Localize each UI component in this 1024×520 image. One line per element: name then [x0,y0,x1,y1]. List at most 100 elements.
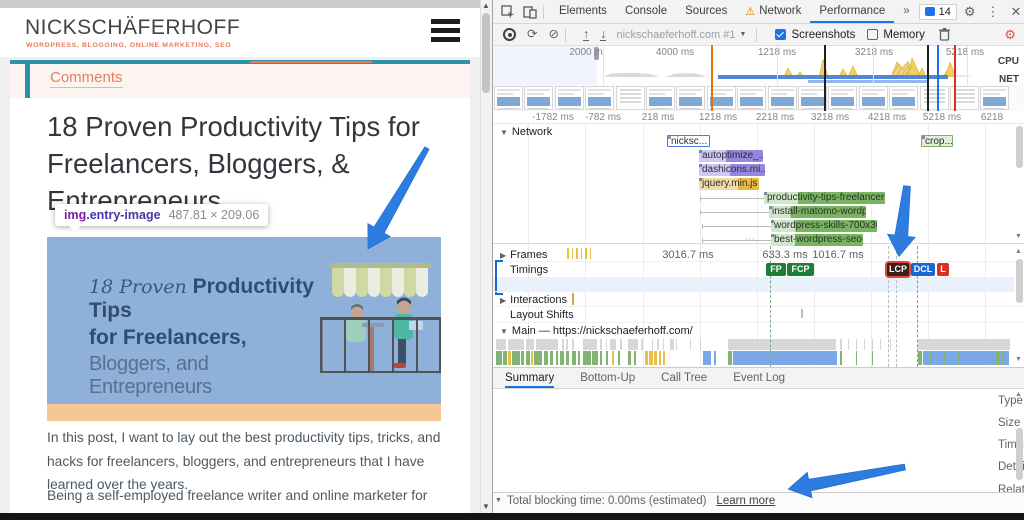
disclosure-triangle-icon[interactable]: ▶ [500,296,506,305]
flame-task-segment[interactable] [526,339,534,350]
flame-activity-segment[interactable] [618,351,620,365]
timing-badge-lcp[interactable]: LCP [887,263,909,276]
drawer-tab-bottom-up[interactable]: Bottom-Up [580,368,635,388]
flame-activity-segment[interactable] [872,351,873,365]
flame-activity-segment[interactable] [496,351,502,365]
flame-task-segment[interactable] [670,339,674,350]
network-request-bar[interactable]: crop... [921,135,953,147]
scroll-down-icon[interactable]: ▼ [1015,356,1022,363]
flame-activity-segment[interactable] [703,351,711,365]
flame-task-segment[interactable] [508,339,524,350]
filmstrip-thumbnail[interactable] [585,86,614,110]
scrollbar-thumb[interactable] [1016,259,1023,303]
flame-activity-segment[interactable] [733,351,837,365]
scroll-down-icon[interactable]: ▼ [482,502,490,511]
settings-gear-icon[interactable]: ⚙ [957,4,983,20]
scroll-up-icon[interactable]: ▲ [1015,391,1022,398]
flame-task-segment[interactable] [657,339,659,350]
frames-section-title[interactable]: ▶Frames [500,249,547,261]
flame-task-segment[interactable] [620,339,622,350]
flame-activity-segment[interactable] [572,351,576,365]
flame-activity-segment[interactable] [663,351,665,365]
flame-activity-segment[interactable] [918,351,922,365]
main-thread-section-title[interactable]: ▼Main — https://nickschaeferhoff.com/ [500,325,693,337]
flame-task-segment[interactable] [864,339,865,350]
screenshots-checkbox[interactable] [775,29,786,40]
flame-activity-segment[interactable] [856,351,857,365]
chevron-down-icon[interactable]: ▼ [740,31,747,38]
flame-task-segment[interactable] [840,339,842,350]
flame-activity-segment[interactable] [521,351,524,365]
flame-task-segment[interactable] [880,339,881,350]
drawer-tab-event-log[interactable]: Event Log [733,368,785,388]
flame-activity-segment[interactable] [560,351,564,365]
flame-activity-segment[interactable] [628,351,631,365]
flame-task-segment[interactable] [583,339,597,350]
network-request-bar[interactable]: autoptimize_... [699,150,763,162]
flame-task-segment[interactable] [496,339,506,350]
layout-shifts-section-title[interactable]: Layout Shifts [510,309,574,321]
network-request-bar[interactable]: nicksc... [667,135,710,147]
tab-console[interactable]: Console [616,0,676,23]
flame-activity-segment[interactable] [840,351,842,365]
filmstrip-thumbnail[interactable] [828,86,857,110]
site-logo[interactable]: NICKSCHÄFERHOFF [25,16,240,40]
flame-task-segment[interactable] [890,339,891,350]
clear-recording-icon[interactable]: ⊘ [548,28,558,41]
filmstrip-thumbnail[interactable] [494,86,523,110]
flame-activity-segment[interactable] [659,351,661,365]
filmstrip-thumbnail[interactable] [676,86,705,110]
flame-task-segment[interactable] [676,339,677,350]
flame-activity-segment[interactable] [930,351,932,365]
flame-activity-segment[interactable] [566,351,569,365]
flame-activity-segment[interactable] [654,351,657,365]
scroll-up-icon[interactable]: ▲ [482,1,490,10]
save-profile-icon[interactable]: ↑ [583,28,589,42]
scroll-up-icon[interactable]: ▲ [1015,248,1022,255]
interactions-section-title[interactable]: ▶Interactions [500,294,567,306]
timing-badge-dcl[interactable]: DCL [911,263,935,276]
filmstrip-thumbnail[interactable] [524,86,553,110]
screenshots-label[interactable]: Screenshots [791,29,855,41]
tab-network[interactable]: Network [750,0,810,23]
filmstrip-thumbnail[interactable] [616,86,645,110]
flame-task-segment[interactable] [872,339,873,350]
disclosure-triangle-icon[interactable]: ▼ [500,128,508,137]
filmstrip-thumbnail[interactable] [859,86,888,110]
filmstrip-thumbnail[interactable] [768,86,797,110]
flame-activity-segment[interactable] [512,351,520,365]
scrollbar-thumb[interactable] [482,13,490,93]
network-section-title[interactable]: ▼Network [500,126,552,138]
filmstrip-thumbnail[interactable] [889,86,918,110]
more-tabs-chevron[interactable]: » [894,0,918,23]
console-messages-badge[interactable]: 14 [919,4,957,20]
flame-task-segment[interactable] [536,339,558,350]
flame-activity-segment[interactable] [556,351,558,365]
flame-activity-segment[interactable] [1002,351,1004,365]
network-request-bar[interactable]: jquery.min.js ... [699,178,759,190]
flame-activity-segment[interactable] [600,351,602,365]
network-request-bar[interactable]: wordpress-skills-700x300.... [771,220,877,232]
memory-label[interactable]: Memory [883,29,925,41]
disclosure-triangle-icon[interactable]: ▼ [500,327,508,336]
flame-activity-segment[interactable] [578,351,580,365]
filmstrip-thumbnail[interactable] [555,86,584,110]
scrollbar-thumb[interactable] [1016,126,1023,168]
flame-task-segment[interactable] [600,339,602,350]
comments-link[interactable]: Comments [50,69,123,88]
flame-activity-segment[interactable] [996,351,999,365]
load-profile-icon[interactable]: ↓ [600,28,606,42]
hamburger-menu-icon[interactable] [431,19,460,46]
close-devtools-icon[interactable]: ✕ [1004,4,1024,20]
timing-badge-fp[interactable]: FP [766,263,786,276]
capture-settings-gear-icon[interactable]: ⚙ [1004,27,1016,43]
flame-activity-segment[interactable] [728,351,732,365]
drawer-tab-summary[interactable]: Summary [505,368,554,388]
record-button[interactable] [503,28,516,41]
flame-activity-segment[interactable] [592,351,598,365]
flame-task-segment[interactable] [690,339,691,350]
filmstrip-thumbnail[interactable] [920,86,949,110]
flame-activity-segment[interactable] [606,351,608,365]
scroll-down-icon[interactable]: ▼ [1015,233,1022,240]
filmstrip-thumbnail[interactable] [646,86,675,110]
